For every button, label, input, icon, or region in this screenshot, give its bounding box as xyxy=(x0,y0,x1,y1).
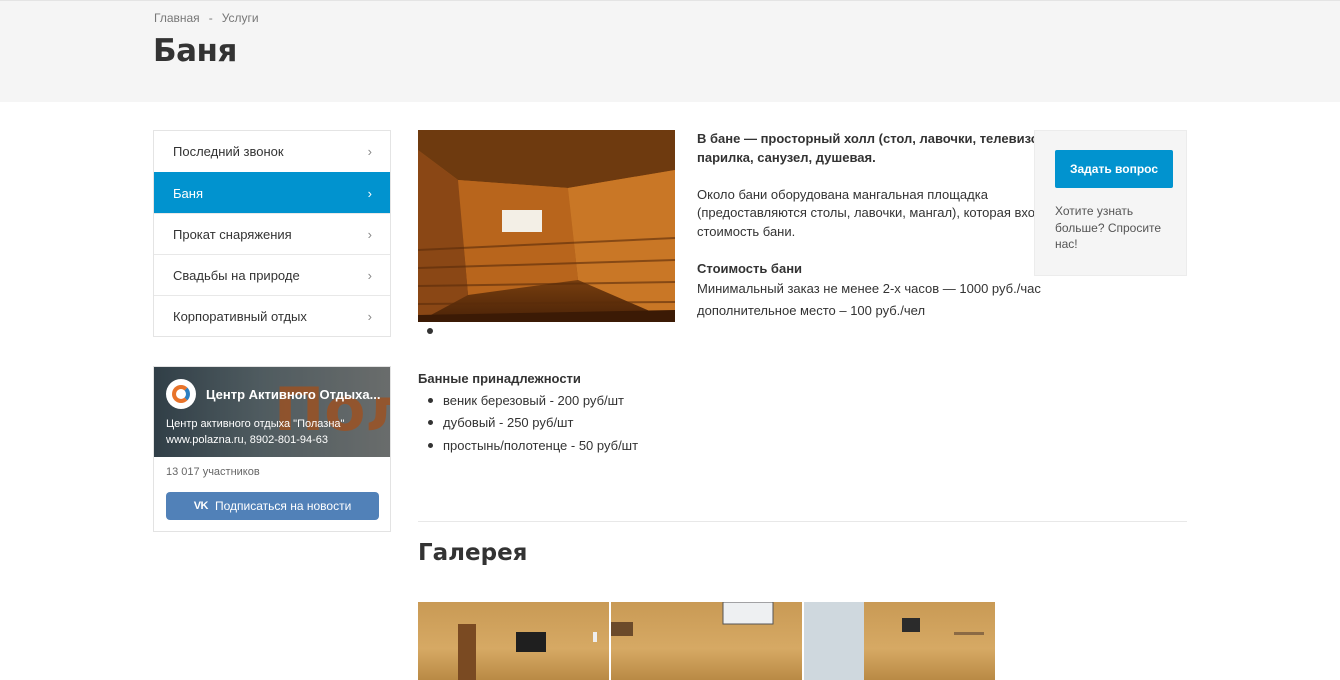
gallery-image[interactable] xyxy=(611,602,802,680)
page-title: Баня xyxy=(153,33,237,69)
side-menu-item-weddings[interactable]: Свадьбы на природе › xyxy=(154,254,390,295)
sauna-photo[interactable] xyxy=(418,130,675,322)
vk-community-widget: Полазна Центр Активного Отдыха... Центр … xyxy=(153,366,391,532)
accessories-list: веник березовый - 200 руб/шт дубовый - 2… xyxy=(418,389,638,457)
price-line-min-order: Минимальный заказ не менее 2-х часов — 1… xyxy=(697,281,1041,296)
intro-text: В бане — просторный холл (стол, лавочки,… xyxy=(697,131,1055,165)
vk-cover-image[interactable]: Полазна Центр Активного Отдыха... Центр … xyxy=(154,367,390,457)
page-header-band: Главная - Услуги Баня xyxy=(0,0,1340,102)
vk-members-count: 13 017 участников xyxy=(166,466,260,478)
list-item: веник березовый - 200 руб/шт xyxy=(418,389,638,412)
side-menu-item-label: Корпоративный отдых xyxy=(173,308,307,324)
side-menu-item-equipment-rental[interactable]: Прокат снаряжения › xyxy=(154,213,390,254)
vk-group-avatar[interactable] xyxy=(166,379,196,409)
side-menu-item-last-bell[interactable]: Последний звонок › xyxy=(154,131,390,172)
vk-subscribe-button[interactable]: VK Подписаться на новости xyxy=(166,492,379,520)
slider-dot[interactable] xyxy=(427,328,433,334)
side-menu-item-banya[interactable]: Баня › xyxy=(154,172,390,213)
chevron-right-icon: › xyxy=(367,267,372,283)
gallery-grid xyxy=(418,602,995,680)
breadcrumb: Главная - Услуги xyxy=(154,11,259,25)
list-item: дубовый - 250 руб/шт xyxy=(418,412,638,435)
side-menu-item-label: Свадьбы на природе xyxy=(173,267,300,283)
side-menu-item-corporate[interactable]: Корпоративный отдых › xyxy=(154,295,390,336)
ask-question-box: Задать вопрос Хотите узнать больше? Спро… xyxy=(1034,130,1187,276)
chevron-right-icon: › xyxy=(367,185,372,201)
chevron-right-icon: › xyxy=(367,308,372,324)
vk-group-description: Центр активного отдыха "Полазна" xyxy=(166,418,345,430)
bbq-text: Около бани оборудована мангальная площад… xyxy=(697,186,1067,239)
accessories-title: Банные принадлежности xyxy=(418,371,581,386)
side-menu-item-label: Баня xyxy=(173,185,203,201)
gallery-image[interactable] xyxy=(804,602,995,680)
list-item: простынь/полотенце - 50 руб/шт xyxy=(418,434,638,457)
sauna-accessories: Банные принадлежности веник березовый - … xyxy=(418,371,638,457)
ask-question-button[interactable]: Задать вопрос xyxy=(1055,150,1173,188)
gallery-image[interactable] xyxy=(418,602,609,680)
price-title: Стоимость бани xyxy=(697,260,803,276)
side-menu: Последний звонок › Баня › Прокат снаряже… xyxy=(153,130,391,337)
vk-group-name[interactable]: Центр Активного Отдыха... xyxy=(206,387,384,402)
breadcrumb-services-link[interactable]: Услуги xyxy=(222,11,259,25)
vk-logo-icon: VK xyxy=(193,500,209,512)
price-line-extra-place: дополнительное место – 100 руб./чел xyxy=(697,303,926,318)
service-description: В бане — просторный холл (стол, лавочки,… xyxy=(697,130,1077,322)
gallery-title: Галерея xyxy=(418,540,528,566)
breadcrumb-home-link[interactable]: Главная xyxy=(154,11,200,25)
sauna-interior-image xyxy=(418,130,675,322)
breadcrumb-separator: - xyxy=(208,11,213,25)
section-divider xyxy=(418,521,1187,522)
side-menu-item-label: Последний звонок xyxy=(173,144,284,159)
chevron-right-icon: › xyxy=(367,226,372,242)
chevron-right-icon: › xyxy=(367,144,372,159)
vk-subscribe-label: Подписаться на новости xyxy=(215,499,352,513)
side-menu-item-label: Прокат снаряжения xyxy=(173,226,292,242)
ask-question-text: Хотите узнать больше? Спросите нас! xyxy=(1055,204,1162,251)
vk-group-contacts: www.polazna.ru, 8902-801-94-63 xyxy=(166,434,329,446)
